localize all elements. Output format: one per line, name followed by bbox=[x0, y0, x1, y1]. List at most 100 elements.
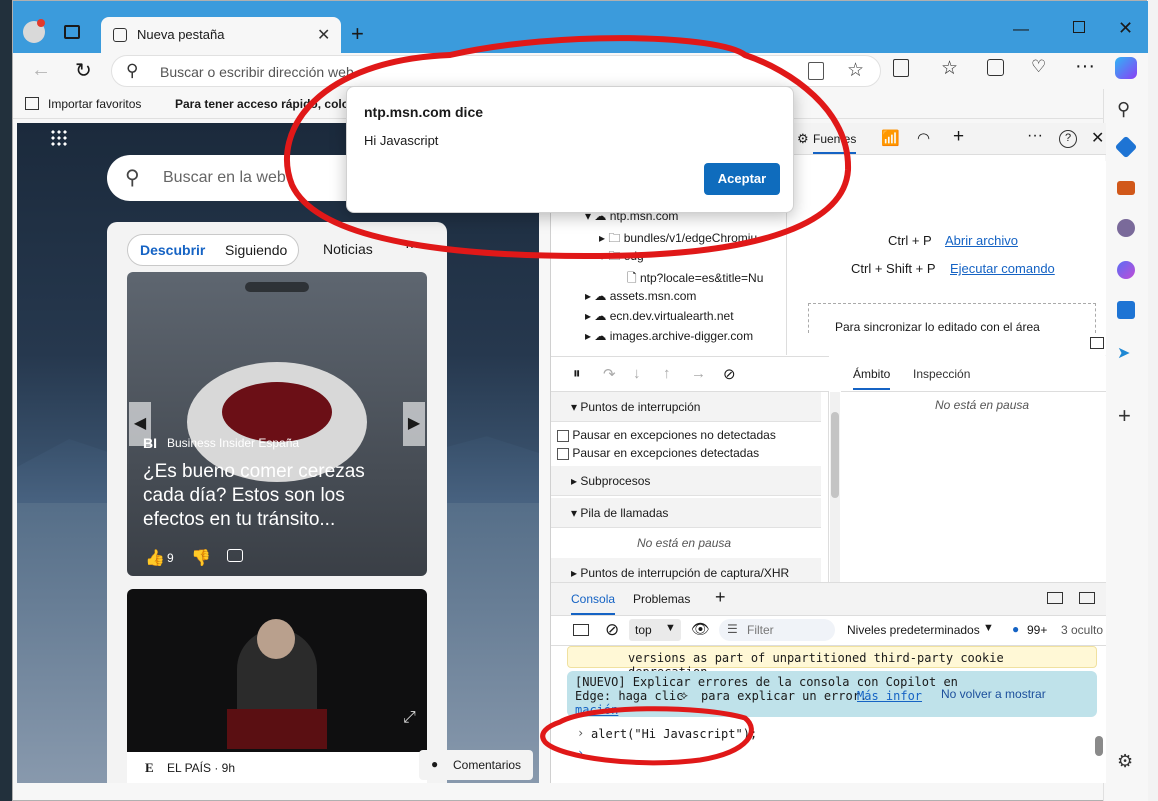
tab-actions-icon[interactable] bbox=[64, 25, 80, 39]
accept-button[interactable]: Aceptar bbox=[704, 163, 780, 195]
step-icon[interactable]: → bbox=[691, 365, 706, 382]
favorites-icon[interactable]: ☆ bbox=[941, 57, 958, 80]
dismiss-tip-button[interactable]: No volver a mostrar bbox=[941, 687, 1046, 701]
threads-section[interactable]: ▸ Subprocesos bbox=[551, 466, 821, 496]
console-scrollbar-thumb[interactable] bbox=[1095, 736, 1103, 756]
expand-icon[interactable]: ⤢ bbox=[403, 709, 416, 727]
network-tab-icon[interactable]: 📶 bbox=[881, 129, 900, 147]
live-expression-icon[interactable]: 👁 bbox=[691, 620, 710, 638]
refresh-icon[interactable]: ↻ bbox=[75, 58, 92, 83]
learn-more-link[interactable]: Más infor bbox=[857, 689, 922, 703]
copilot-icon[interactable] bbox=[1115, 57, 1137, 79]
checkbox-icon[interactable] bbox=[557, 429, 569, 442]
feed-more-icon[interactable]: ··· bbox=[405, 238, 419, 254]
address-bar[interactable]: ⚲ Buscar o escribir dirección web ☆ bbox=[111, 55, 881, 87]
tab-new-tab[interactable]: Nueva pestaña ✕ bbox=[101, 17, 341, 53]
toggle-debugger-icon[interactable] bbox=[1090, 337, 1104, 349]
tab-following[interactable]: Siguiendo bbox=[225, 242, 287, 258]
devtools-menu-icon[interactable]: ··· bbox=[1027, 127, 1043, 145]
tree-item[interactable]: ▸ ☁ images.archive-digger.com bbox=[585, 329, 753, 349]
callstack-section[interactable]: ▾ Pila de llamadas bbox=[551, 498, 821, 528]
tab-problems[interactable]: Problemas bbox=[633, 592, 690, 606]
tab-sources[interactable]: Fuentes bbox=[813, 132, 857, 154]
breakpoints-section[interactable]: ▾ Puntos de interrupción bbox=[551, 392, 821, 422]
issues-icon[interactable]: ● bbox=[1012, 622, 1019, 636]
deactivate-breakpoints-icon[interactable]: ⊘ bbox=[723, 365, 736, 383]
learn-more-link-cont[interactable]: mación bbox=[575, 703, 618, 717]
card-title[interactable]: ¿Es bueno comer cerezas cada día? Estos … bbox=[143, 460, 383, 532]
devtools-panel: ⚙ Fuentes 📶 ◠ + ··· ? ✕ ▾ ☁ ntp.msn.com … bbox=[550, 123, 1106, 783]
tab-watch[interactable]: Inspección bbox=[913, 367, 970, 381]
minimize-icon[interactable]: — bbox=[1013, 21, 1029, 39]
close-devtools-icon[interactable]: ✕ bbox=[1091, 128, 1104, 148]
sidebar-m365-icon[interactable] bbox=[1117, 261, 1135, 279]
comment-icon[interactable] bbox=[227, 549, 243, 562]
news-card-cherries[interactable]: ◀ ▶ BI Business Insider España ¿Es bueno… bbox=[127, 272, 427, 576]
log-levels-chevron-icon[interactable]: ▼ bbox=[983, 622, 994, 634]
new-tab-icon[interactable]: + bbox=[351, 21, 364, 47]
sidebar-search-icon[interactable]: ⚲ bbox=[1117, 99, 1130, 120]
dislike-icon[interactable]: 👎 bbox=[191, 548, 211, 568]
open-file-link[interactable]: Abrir archivo bbox=[945, 233, 1018, 248]
tab-console[interactable]: Consola bbox=[571, 592, 616, 615]
read-aloud-icon[interactable] bbox=[808, 62, 824, 80]
sidebar-add-icon[interactable]: + bbox=[1118, 403, 1131, 429]
import-favorites-link[interactable]: Importar favoritos bbox=[48, 97, 141, 111]
clear-console-icon[interactable]: ⊘ bbox=[605, 620, 619, 640]
split-screen-icon[interactable] bbox=[893, 59, 909, 77]
context-select[interactable]: top ▼ bbox=[629, 619, 681, 641]
copilot-explain-icon[interactable]: ⟡ bbox=[680, 688, 688, 703]
sidebar-tools-icon[interactable] bbox=[1117, 181, 1135, 195]
checkbox-icon[interactable] bbox=[557, 447, 569, 460]
pause-caught-row[interactable]: Pausar en excepciones detectadas bbox=[557, 446, 759, 460]
step-over-icon[interactable]: ↷ bbox=[603, 365, 616, 383]
sidebar-send-icon[interactable]: ➤ bbox=[1117, 343, 1130, 363]
settings-more-icon[interactable]: ··· bbox=[1075, 55, 1095, 78]
sidebar-shopping-icon[interactable] bbox=[1114, 135, 1138, 159]
console-sidebar-icon[interactable] bbox=[573, 624, 589, 636]
apps-grid-icon[interactable] bbox=[50, 129, 68, 147]
collections-icon[interactable] bbox=[987, 59, 1004, 76]
tree-item[interactable]: 🗋 ntp?locale=es&title=Nu bbox=[627, 269, 763, 289]
dock-icon[interactable] bbox=[1047, 592, 1063, 604]
close-window-icon[interactable]: ✕ bbox=[1118, 18, 1133, 39]
close-drawer-icon[interactable] bbox=[1079, 592, 1095, 604]
performance-tab-icon[interactable]: ◠ bbox=[917, 129, 930, 147]
pause-icon[interactable]: ⏸ bbox=[573, 365, 581, 382]
sections-scrollbar[interactable] bbox=[830, 392, 840, 582]
sidebar-settings-icon[interactable]: ⚙ bbox=[1117, 751, 1133, 772]
step-into-icon[interactable]: ↓ bbox=[633, 365, 641, 382]
sidebar-outlook-icon[interactable] bbox=[1117, 301, 1135, 319]
tab-discover[interactable]: Descubrir bbox=[140, 242, 205, 258]
console-filter-input[interactable]: ☰ Filter bbox=[719, 619, 835, 641]
more-tabs-icon[interactable]: + bbox=[953, 126, 964, 148]
comments-button[interactable]: ● Comentarios bbox=[419, 750, 533, 780]
run-command-link[interactable]: Ejecutar comando bbox=[950, 261, 1055, 276]
performance-icon[interactable]: ♡ bbox=[1031, 57, 1046, 77]
warning-message: versions as part of unpartitioned third-… bbox=[567, 646, 1097, 679]
tab-news[interactable]: Noticias bbox=[323, 241, 373, 257]
like-icon[interactable]: 👍 bbox=[145, 548, 165, 568]
close-tab-icon[interactable]: ✕ bbox=[317, 25, 330, 45]
workspace-drop-zone[interactable]: Para sincronizar lo editado con el área bbox=[808, 303, 1096, 333]
help-icon[interactable]: ? bbox=[1059, 130, 1077, 148]
maximize-icon[interactable] bbox=[1073, 21, 1085, 33]
input-prompt-icon[interactable]: › bbox=[577, 746, 584, 760]
add-drawer-tab-icon[interactable]: + bbox=[715, 587, 726, 608]
card-source: Business Insider España bbox=[167, 436, 300, 450]
tree-item[interactable]: ▾ 🗀 edg bbox=[599, 247, 644, 267]
carousel-next-icon[interactable]: ▶ bbox=[403, 402, 425, 446]
tree-item[interactable]: ▸ ☁ ecn.dev.virtualearth.net bbox=[585, 309, 734, 329]
editor-placeholder: Ctrl + P Abrir archivo Ctrl + Shift + P … bbox=[788, 161, 1106, 355]
profile-avatar[interactable] bbox=[23, 19, 45, 43]
tab-scope[interactable]: Ámbito bbox=[853, 367, 891, 390]
sidebar-games-icon[interactable] bbox=[1117, 219, 1135, 237]
back-icon[interactable]: ← bbox=[31, 59, 51, 82]
log-levels-dropdown[interactable]: Niveles predeterminados bbox=[847, 623, 980, 637]
scrollbar-thumb[interactable] bbox=[831, 412, 839, 498]
pause-uncaught-row[interactable]: Pausar en excepciones no detectadas bbox=[557, 428, 776, 442]
step-out-icon[interactable]: ↑ bbox=[663, 365, 671, 382]
tree-item[interactable]: ▸ 🗀 bundles/v1/edgeChromiu bbox=[599, 229, 757, 249]
add-favorite-icon[interactable]: ☆ bbox=[847, 59, 864, 82]
tree-item[interactable]: ▸ ☁ assets.msn.com bbox=[585, 289, 696, 309]
